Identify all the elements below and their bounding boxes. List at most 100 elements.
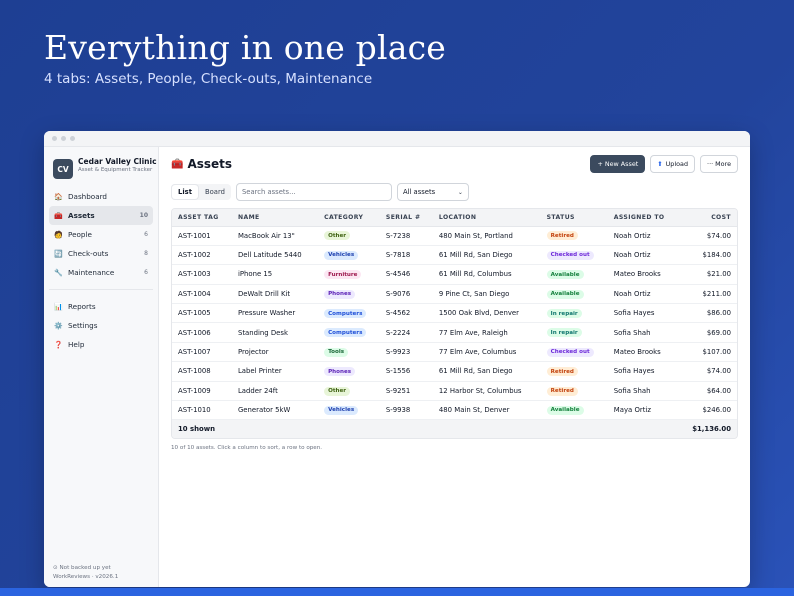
sidebar-item-count: 8: [144, 250, 148, 257]
page-header: 🧰 Assets + New Asset ⬆ Upload ··· More: [171, 147, 738, 180]
table-row[interactable]: AST-1010 Generator 5kW Vehicles S-9938 480 M…: [172, 400, 737, 421]
cell-assigned: Sofia Shah: [607, 381, 680, 402]
cell-serial: S-4546: [379, 264, 433, 285]
cell-status: Retired: [540, 226, 608, 246]
cell-tag: AST-1009: [172, 381, 232, 402]
brand: CV Cedar Valley Clinic Asset & Equipment…: [44, 147, 158, 179]
cell-tag: AST-1005: [172, 303, 232, 324]
new-asset-button[interactable]: + New Asset: [590, 155, 646, 173]
window-dot-icon[interactable]: [70, 136, 75, 141]
window-titlebar: [44, 131, 750, 147]
app-window: CV Cedar Valley Clinic Asset & Equipment…: [44, 131, 750, 587]
cell-location: 1500 Oak Blvd, Denver: [432, 303, 541, 324]
sidebar-item-help[interactable]: ❓ Help: [49, 335, 153, 354]
upload-button[interactable]: ⬆ Upload: [650, 155, 696, 173]
table-row[interactable]: AST-1009 Ladder 24ft Other S-9251 12 Harbor …: [172, 381, 737, 402]
column-header-status[interactable]: STATUS: [540, 209, 608, 227]
cycle-icon: 🔄: [54, 249, 63, 258]
asset-filter-select[interactable]: All assets ⌄: [396, 183, 469, 201]
sidebar-item-check-outs[interactable]: 🔄 Check-outs 8: [49, 244, 153, 263]
cell-cost: $184.00: [679, 245, 737, 266]
toolbar: List Board All assets ⌄: [171, 182, 738, 202]
cell-serial: S-9076: [379, 284, 433, 305]
column-header-location[interactable]: LOCATION: [432, 209, 541, 227]
gear-icon: ⚙️: [54, 321, 63, 330]
sidebar-item-label: Maintenance: [68, 268, 115, 277]
assets-table: ASSET TAG NAME CATEGORY SERIAL # LOCATION STA…: [171, 208, 738, 439]
cell-cost: $107.00: [679, 342, 737, 363]
cell-name: MacBook Air 13": [231, 226, 319, 246]
cell-category: Furniture: [318, 264, 380, 285]
column-header-name[interactable]: NAME: [231, 209, 319, 227]
sidebar-item-label: Check-outs: [68, 249, 109, 258]
cell-category: Tools: [318, 342, 380, 363]
cell-cost: $211.00: [679, 284, 737, 305]
view-board-button[interactable]: Board: [199, 184, 231, 200]
window-dot-icon[interactable]: [61, 136, 66, 141]
sidebar-item-settings[interactable]: ⚙️ Settings: [49, 316, 153, 335]
cell-tag: AST-1003: [172, 264, 232, 285]
sidebar-item-dashboard[interactable]: 🏠 Dashboard: [49, 187, 153, 206]
status-badge: Retired: [546, 231, 578, 241]
backup-status: ⊙ Not backed up yet: [53, 565, 111, 572]
cell-serial: S-1556: [379, 361, 433, 382]
page-title: 🧰 Assets: [171, 157, 585, 171]
category-badge: Other: [324, 386, 351, 396]
sidebar-item-label: Dashboard: [68, 192, 107, 201]
table-header-row: ASSET TAG NAME CATEGORY SERIAL # LOCATION STA…: [172, 209, 737, 227]
sidebar-item-reports[interactable]: 📊 Reports: [49, 297, 153, 316]
cell-assigned: Mateo Brooks: [607, 342, 680, 363]
cell-status: Checked out: [540, 342, 608, 363]
cell-tag: AST-1010: [172, 400, 232, 421]
column-header-assigned-to[interactable]: ASSIGNED TO: [607, 209, 680, 227]
table-row[interactable]: AST-1005 Pressure Washer Computers S-4562 15…: [172, 303, 737, 324]
table-row[interactable]: AST-1003 iPhone 15 Furniture S-4546 61 Mill …: [172, 264, 737, 285]
table-row[interactable]: AST-1006 Standing Desk Computers S-2224 77 E…: [172, 322, 737, 343]
cell-category: Vehicles: [318, 245, 380, 266]
cell-location: 9 Pine Ct, San Diego: [432, 284, 541, 305]
cell-cost: $69.00: [679, 322, 737, 343]
cell-name: Ladder 24ft: [231, 381, 319, 402]
search-input[interactable]: [235, 183, 392, 201]
cell-name: DeWalt Drill Kit: [231, 284, 319, 305]
bottom-strip: [0, 588, 794, 596]
cell-name: iPhone 15: [231, 264, 319, 285]
help-icon: ❓: [54, 340, 63, 349]
table-row[interactable]: AST-1008 Label Printer Phones S-1556 61 Mill…: [172, 361, 737, 382]
column-header-cost[interactable]: COST: [679, 209, 737, 227]
table-row[interactable]: AST-1001 MacBook Air 13" Other S-7238 480 Ma…: [172, 226, 737, 246]
table-row[interactable]: AST-1004 DeWalt Drill Kit Phones S-9076 9 Pi…: [172, 284, 737, 305]
upload-icon: ⬆: [657, 160, 663, 168]
cell-category: Phones: [318, 361, 380, 382]
page-title-text: Assets: [187, 157, 233, 171]
cell-status: In repair: [540, 322, 608, 343]
cell-name: Pressure Washer: [231, 303, 319, 324]
brand-subtitle: Asset & Equipment Tracker: [78, 167, 153, 173]
cell-location: 61 Mill Rd, Columbus: [432, 264, 541, 285]
chevron-down-icon: ⌄: [457, 188, 463, 196]
cell-assigned: Sofia Hayes: [607, 361, 680, 382]
total-cost: $1,136.00: [679, 419, 737, 438]
cell-tag: AST-1006: [172, 322, 232, 343]
status-badge: Available: [546, 405, 584, 415]
sidebar-item-count: 10: [139, 212, 148, 219]
sidebar-item-maintenance[interactable]: 🔧 Maintenance 6: [49, 263, 153, 282]
column-header-serial[interactable]: SERIAL #: [379, 209, 433, 227]
cell-location: 77 Elm Ave, Raleigh: [432, 322, 541, 343]
more-button[interactable]: ··· More: [700, 155, 738, 173]
cell-name: Dell Latitude 5440: [231, 245, 319, 266]
table-row[interactable]: AST-1007 Projector Tools S-9923 77 Elm Ave, …: [172, 342, 737, 363]
cell-tag: AST-1008: [172, 361, 232, 382]
category-badge: Computers: [324, 309, 367, 318]
cell-cost: $74.00: [679, 226, 737, 246]
category-badge: Phones: [324, 367, 356, 377]
sidebar-item-people[interactable]: 🧑 People 6: [49, 225, 153, 244]
table-row[interactable]: AST-1002 Dell Latitude 5440 Vehicles S-7818…: [172, 245, 737, 266]
view-list-button[interactable]: List: [172, 185, 198, 199]
cell-name: Generator 5kW: [231, 400, 319, 421]
main-content: 🧰 Assets + New Asset ⬆ Upload ··· More L…: [159, 147, 750, 587]
column-header-category[interactable]: CATEGORY: [318, 209, 380, 227]
column-header-asset-tag[interactable]: ASSET TAG: [172, 209, 232, 227]
window-dot-icon[interactable]: [52, 136, 57, 141]
sidebar-item-assets[interactable]: 🧰 Assets 10: [49, 206, 153, 225]
